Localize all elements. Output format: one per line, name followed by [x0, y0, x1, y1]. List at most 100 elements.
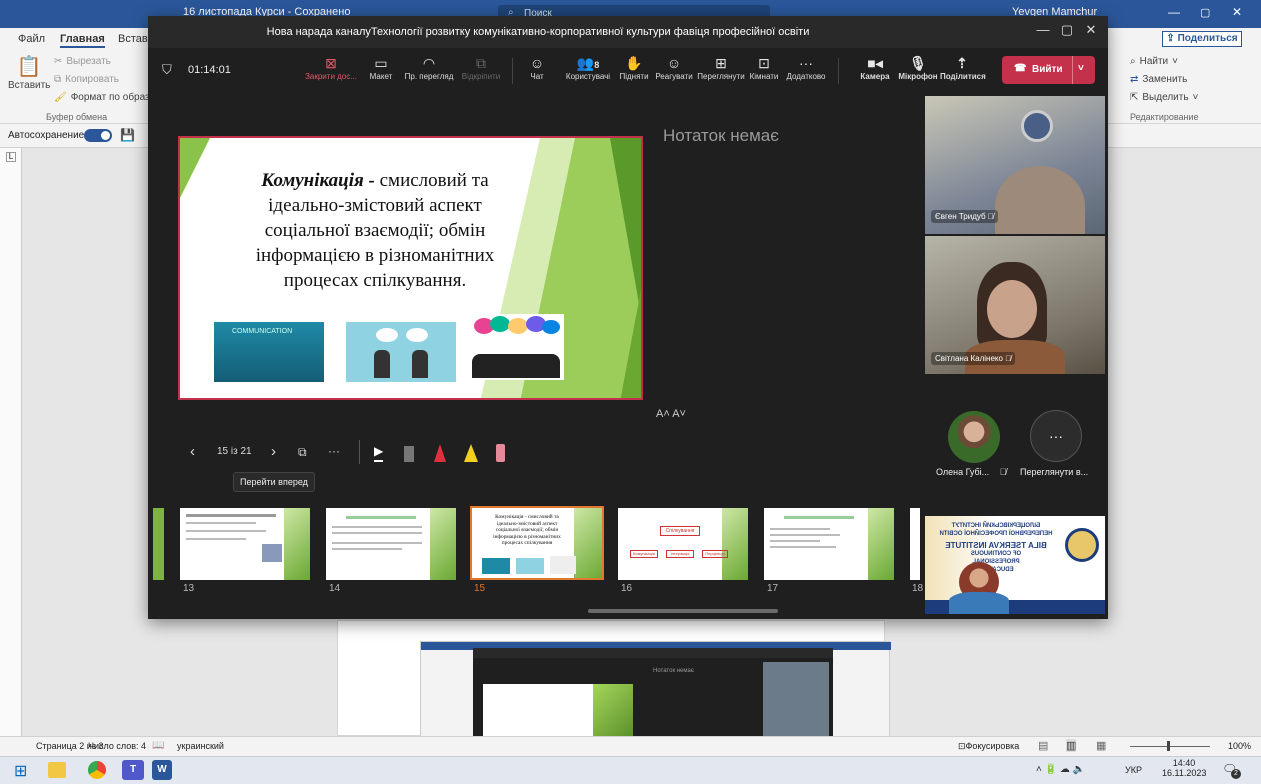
participant-avatar[interactable]	[948, 411, 1000, 463]
minimize-icon[interactable]: —	[1168, 5, 1180, 19]
proofing-icon[interactable]: 📖	[152, 740, 164, 751]
close-icon[interactable]: ✕	[1232, 5, 1242, 19]
zoom-thumb[interactable]	[1167, 741, 1170, 751]
react-button[interactable]: ☺ Реагувати	[654, 54, 694, 81]
more-options-button[interactable]: ···	[328, 444, 340, 458]
close-icon[interactable]: ✕	[1079, 22, 1103, 38]
slide-thumbnail-13[interactable]	[180, 508, 310, 580]
chrome-icon[interactable]	[88, 761, 106, 779]
status-bar: Страница 2 из 3 Число слов: 4 📖 украинск…	[0, 736, 1261, 756]
zoom-slider[interactable]	[1130, 746, 1210, 747]
slide-thumbnail-18[interactable]	[910, 508, 920, 580]
mic-off-icon: 🎙̸	[999, 467, 1007, 477]
slides-grid-button[interactable]: ⧉	[298, 445, 307, 460]
next-slide-button[interactable]: ›	[271, 443, 276, 460]
clipboard-icon: 📋	[16, 56, 42, 78]
meeting-timer: 01:14:01	[188, 64, 231, 76]
tab-home[interactable]: Главная	[60, 33, 105, 48]
replace-button[interactable]: ⇄ Заменить	[1130, 74, 1187, 85]
slide-term: Комунікація -	[261, 170, 375, 191]
select-button[interactable]: ⇱ Выделить ˅	[1130, 92, 1198, 103]
pen-red-tool[interactable]	[434, 444, 446, 462]
slide-thumbnail-17[interactable]	[764, 508, 894, 580]
video-tile-3[interactable]: БІЛОЦЕРКІВСЬКИЙ ІНСТИТУТ НЕПЕРЕРВНОЇ ПРОФ…	[925, 516, 1105, 614]
leave-button[interactable]: ☎ Вийти ˅	[1002, 56, 1095, 84]
mic-button[interactable]: 🎙 Мікрофон	[898, 54, 938, 81]
unpin-button[interactable]: ⧉ Відкріпити	[456, 54, 506, 81]
unpin-icon: ⧉	[476, 55, 486, 71]
chat-button[interactable]: ☺ Чат	[524, 54, 550, 81]
thumbnail-scrollbar[interactable]	[588, 609, 778, 613]
maximize-icon[interactable]: ▢	[1200, 6, 1210, 19]
format-painter-button[interactable]: 🖌 Формат по образцу	[54, 92, 160, 103]
pointer-tool[interactable]: ▶	[374, 444, 384, 462]
minimize-icon[interactable]: —	[1031, 22, 1055, 37]
word-count[interactable]: Число слов: 4	[88, 741, 146, 751]
video-tile-1[interactable]: Євген Тридуб 🎙̸	[925, 96, 1105, 234]
web-layout-icon[interactable]: ▦	[1096, 739, 1106, 752]
grid-icon: ⧉	[298, 445, 307, 459]
read-mode-icon[interactable]: ▤	[1038, 739, 1048, 752]
share-button[interactable]: ⇪ Поделиться	[1162, 31, 1242, 47]
share-button[interactable]: ⇡ Поділитися	[940, 54, 986, 81]
preview-icon: ◠	[422, 55, 436, 71]
print-layout-icon[interactable]: ▥	[1066, 739, 1077, 752]
previous-slide-button[interactable]: ‹	[190, 443, 195, 460]
edit-group-label: Редактирование	[1130, 112, 1199, 122]
file-explorer-icon[interactable]	[48, 762, 66, 778]
tray-icons[interactable]: ˄ 🔋 ☁ 🔈	[1036, 764, 1085, 775]
rooms-button[interactable]: ⊡ Кімнати	[748, 54, 780, 81]
meeting-toolbar: ⛉ 01:14:01 ⊠ Закрити дос... ▭ Макет ◠ Пр. п…	[148, 48, 1108, 94]
find-button[interactable]: ⌕ Найти ˅	[1130, 56, 1178, 67]
raise-hand-button[interactable]: ✋ Підняти	[618, 54, 650, 81]
institute-logo-text: БІЛОЦЕРКІВСЬКИЙ ІНСТИТУТ НЕПЕРЕРВНОЇ ПРОФ…	[939, 523, 1053, 573]
tab-file[interactable]: Файл	[18, 33, 45, 45]
more-button[interactable]: ··· Додатково	[784, 54, 828, 81]
paste-button[interactable]: 📋 Вставить	[8, 54, 50, 91]
more-icon: ···	[1049, 428, 1063, 444]
eraser-tool[interactable]	[496, 444, 505, 462]
autosave-toggle[interactable]	[84, 129, 112, 142]
zoom-level[interactable]: 100%	[1228, 741, 1251, 751]
participant-name: Олена Губі... 🎙̸	[936, 467, 1007, 477]
word-icon[interactable]: W	[152, 760, 172, 780]
pointer-icon: ▶	[374, 444, 384, 458]
maximize-icon[interactable]: ▢	[1055, 22, 1079, 38]
teams-icon[interactable]: T	[122, 760, 144, 780]
windows-start-icon[interactable]: ⊞	[14, 761, 27, 781]
cut-button[interactable]: ✂ Вырезать	[54, 56, 111, 67]
document-page[interactable]: Нотаток немає	[337, 620, 891, 738]
font-size-controls[interactable]: A˄ A˅	[656, 408, 686, 420]
cursor-icon: ⇱	[1130, 92, 1139, 103]
laser-tool[interactable]	[404, 446, 414, 462]
search-icon: ⌕	[1130, 56, 1136, 67]
copy-button[interactable]: ⧉ Копировать	[54, 74, 119, 85]
people-button[interactable]: 👥8 Користувачі	[560, 54, 616, 81]
teams-titlebar: Нова нарада каналуТехнології розвитку ко…	[148, 16, 1108, 48]
chevron-right-icon: ›	[271, 443, 276, 460]
view-button[interactable]: ⊞ Переглянути	[696, 54, 746, 81]
language-status[interactable]: украинский	[177, 741, 224, 751]
autosave-label: Автосохранение	[8, 130, 85, 141]
layout-button[interactable]: ▭ Макет	[366, 54, 396, 81]
save-icon[interactable]: 💾	[120, 128, 135, 142]
mic-off-icon: 🎙̸	[987, 212, 994, 221]
clock[interactable]: 14:40 16.11.2023	[1162, 758, 1206, 778]
stop-sharing-button[interactable]: ⊠ Закрити дос...	[304, 54, 358, 81]
slide-thumbnail-14[interactable]	[326, 508, 456, 580]
view-more-button[interactable]: ···	[1030, 410, 1082, 462]
chat-icon: ☺	[529, 55, 545, 71]
video-tile-2[interactable]: Світлана Калінеко 🎙̸	[925, 236, 1105, 374]
speech-bubbles-image	[468, 314, 564, 380]
highlighter-tool[interactable]	[464, 444, 478, 462]
keyboard-language[interactable]: УКР	[1125, 765, 1142, 775]
chevron-down-icon[interactable]: ˅	[1078, 63, 1084, 74]
slide-thumbnail-16[interactable]: Спілкування Комунікація Інтеракція Перце…	[618, 508, 748, 580]
preview-button[interactable]: ◠ Пр. перегляд	[402, 54, 456, 81]
view-icon: ⊞	[715, 55, 727, 71]
slide-thumbnail-15[interactable]: Комунікація - смисловий та ідеально-зміс…	[470, 506, 604, 580]
focus-button[interactable]: ⊡Фокусировка	[958, 741, 1019, 752]
thumbnail-12-edge[interactable]	[153, 508, 164, 580]
communication-image: COMMUNICATION	[214, 322, 324, 382]
camera-button[interactable]: ■◂ Камера	[858, 54, 892, 81]
